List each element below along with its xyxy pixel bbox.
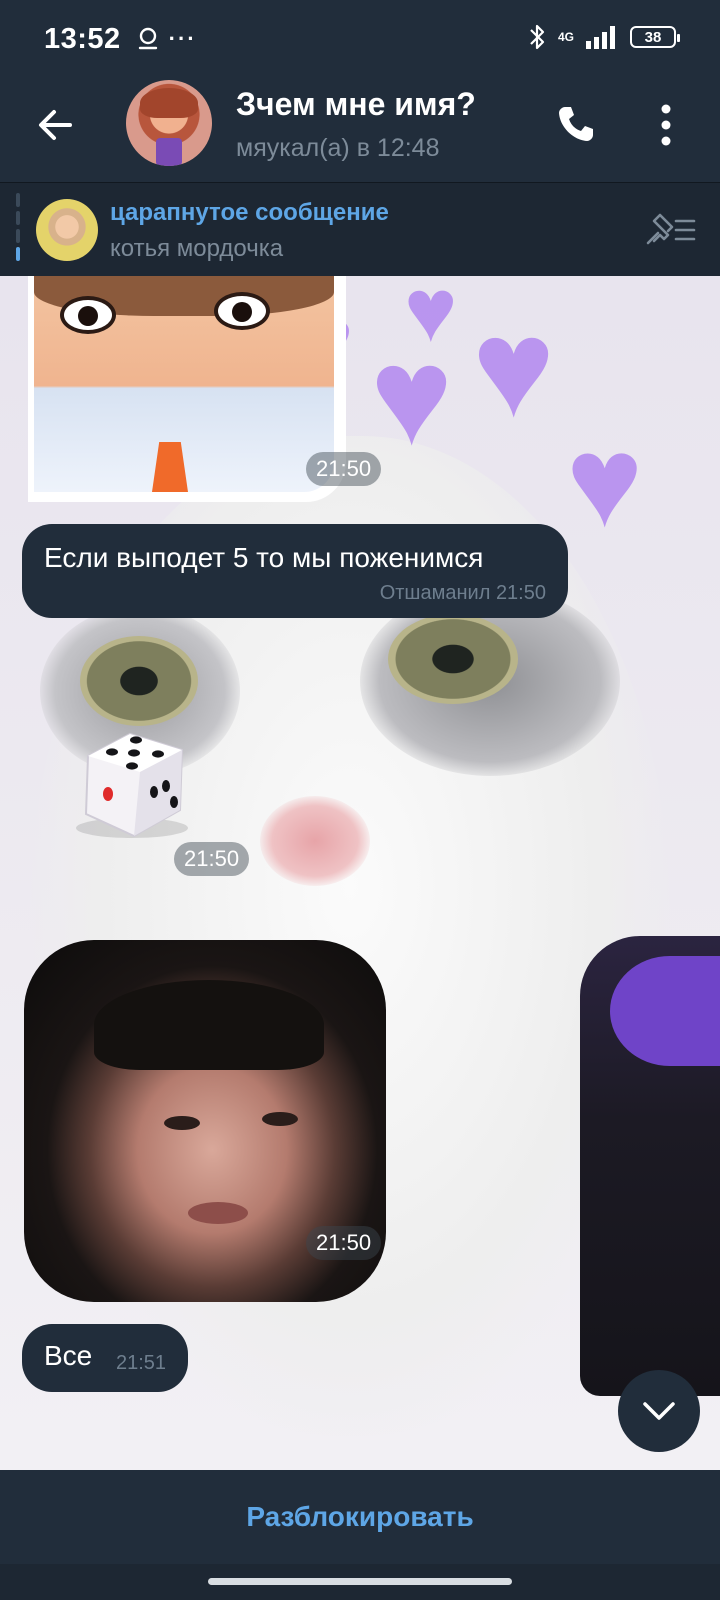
back-arrow-icon[interactable] bbox=[34, 104, 76, 146]
pinned-thumbnail bbox=[36, 199, 98, 261]
chat-header: Зчем мне имя? мяукал(а) в 12:48 bbox=[0, 78, 720, 182]
wallpaper-cat-eye bbox=[80, 636, 198, 726]
phone-icon[interactable] bbox=[556, 104, 596, 144]
wallpaper-character bbox=[580, 936, 720, 1396]
message-time: 21:51 bbox=[116, 1352, 167, 1374]
bottom-bar: Разблокировать bbox=[0, 1470, 720, 1564]
message-text: Если выподет 5 то мы поженимся bbox=[44, 542, 484, 573]
message-author: Отшаманил bbox=[379, 582, 491, 604]
heart-icon: ♥ bbox=[370, 317, 454, 474]
message-meta: Отшаманил 21:50 bbox=[380, 582, 546, 605]
chat-avatar[interactable] bbox=[126, 80, 212, 166]
sticker-time: 21:50 bbox=[306, 452, 382, 486]
message-time: 21:50 bbox=[495, 582, 546, 604]
message-bubble[interactable]: Если выподет 5 то мы поженимся Отшаманил… bbox=[22, 524, 568, 618]
message-text: Все bbox=[44, 1340, 93, 1371]
more-vert-icon[interactable] bbox=[658, 102, 674, 148]
home-indicator[interactable] bbox=[208, 1578, 512, 1585]
network-label: 4G bbox=[557, 29, 574, 44]
chevron-down-icon bbox=[643, 1402, 675, 1420]
status-right: 4G 38 bbox=[528, 22, 680, 52]
battery-level: 38 bbox=[644, 28, 662, 46]
system-nav-area bbox=[0, 1564, 720, 1600]
chat-title[interactable]: Зчем мне имя? bbox=[236, 86, 476, 123]
location-icon bbox=[138, 27, 157, 50]
video-time: 21:50 bbox=[306, 1226, 382, 1260]
pin-list-icon[interactable] bbox=[644, 213, 696, 247]
status-dots: ··· bbox=[168, 26, 197, 51]
pinned-indicator bbox=[16, 193, 20, 265]
pinned-title: царапнутое сообщение bbox=[110, 199, 389, 226]
status-bar: 13:52 ··· 4G 38 bbox=[0, 0, 720, 78]
chat-last-seen: мяукал(а) в 12:48 bbox=[236, 134, 440, 162]
bluetooth-icon bbox=[530, 24, 545, 50]
status-time: 13:52 bbox=[44, 22, 121, 55]
dice-time: 21:50 bbox=[174, 842, 250, 876]
chat-messages-area[interactable]: ♥ ♥ ♥ ♥ ♥ 21:50 Если выподет 5 то мы пож… bbox=[0, 276, 720, 1470]
unblock-button[interactable]: Разблокировать bbox=[246, 1501, 473, 1533]
signal-icon bbox=[586, 26, 615, 49]
wallpaper-cat-eye bbox=[388, 614, 518, 704]
battery-indicator: 38 bbox=[630, 26, 680, 48]
sticker-message[interactable] bbox=[28, 276, 346, 502]
heart-icon: ♥ bbox=[566, 408, 644, 554]
pinned-text: котья мордочка bbox=[110, 235, 284, 262]
heart-icon: ♥ bbox=[472, 289, 556, 446]
message-bubble[interactable]: Все 21:51 bbox=[22, 1324, 188, 1392]
dice-message[interactable] bbox=[70, 716, 200, 846]
pinned-message-bar[interactable]: царапнутое сообщение котья мордочка bbox=[0, 182, 720, 276]
scroll-to-bottom-button[interactable] bbox=[618, 1370, 700, 1452]
